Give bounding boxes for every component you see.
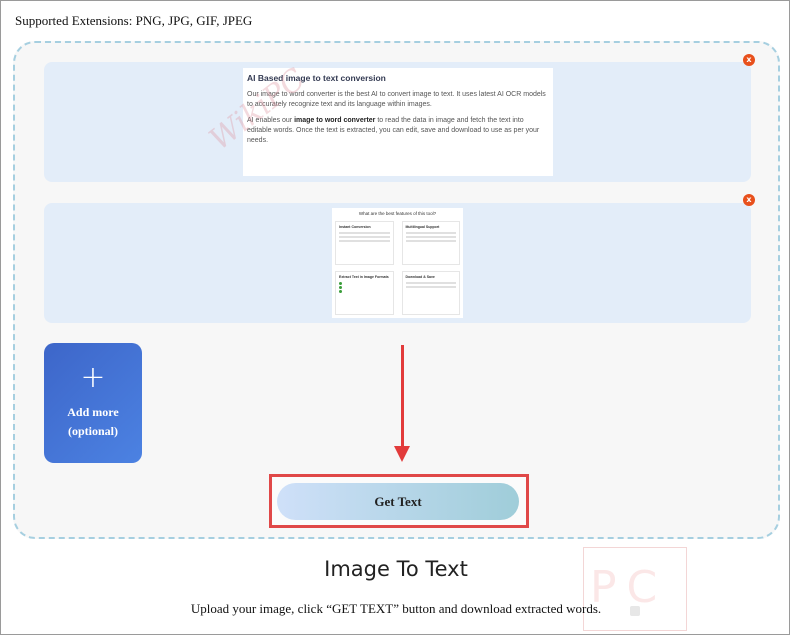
feature-box: Download & Save — [401, 271, 460, 315]
image-preview-2: What are the best features of this tool?… — [44, 203, 751, 323]
page-description: Upload your image, click “GET TEXT” butt… — [190, 601, 602, 616]
preview-paragraph: Our image to word converter is the best … — [247, 91, 546, 108]
feature-box: Instant Conversion — [335, 221, 394, 265]
remove-image-1-button[interactable]: x — [743, 54, 755, 66]
preview-paragraph: AI enables our image to word converter t… — [247, 117, 540, 144]
annotation-arrow-icon — [401, 345, 404, 447]
add-more-button[interactable]: + Add more (optional) — [44, 343, 142, 463]
page-title: Image To Text — [324, 557, 468, 581]
image-preview-1: AI Based image to text conversion Our im… — [44, 62, 751, 182]
preview-heading: What are the best features of this tool? — [358, 211, 437, 216]
remove-image-2-button[interactable]: x — [743, 194, 755, 206]
preview-thumbnail-1: AI Based image to text conversion Our im… — [243, 68, 553, 176]
feature-box: Multilingual Support — [401, 221, 460, 265]
preview-thumbnail-2: What are the best features of this tool?… — [332, 208, 463, 318]
feature-box: Extract Text in Image Formats — [335, 271, 394, 315]
get-text-button[interactable]: Get Text — [277, 483, 519, 520]
add-more-label: Add more (optional) — [67, 405, 119, 438]
preview-heading: AI Based image to text conversion — [247, 73, 386, 83]
supported-extensions: Supported Extensions: PNG, JPG, GIF, JPE… — [15, 13, 253, 28]
plus-icon: + — [80, 360, 106, 395]
annotation-arrowhead-icon — [394, 446, 410, 462]
upload-dropzone[interactable]: AI Based image to text conversion Our im… — [13, 41, 780, 539]
